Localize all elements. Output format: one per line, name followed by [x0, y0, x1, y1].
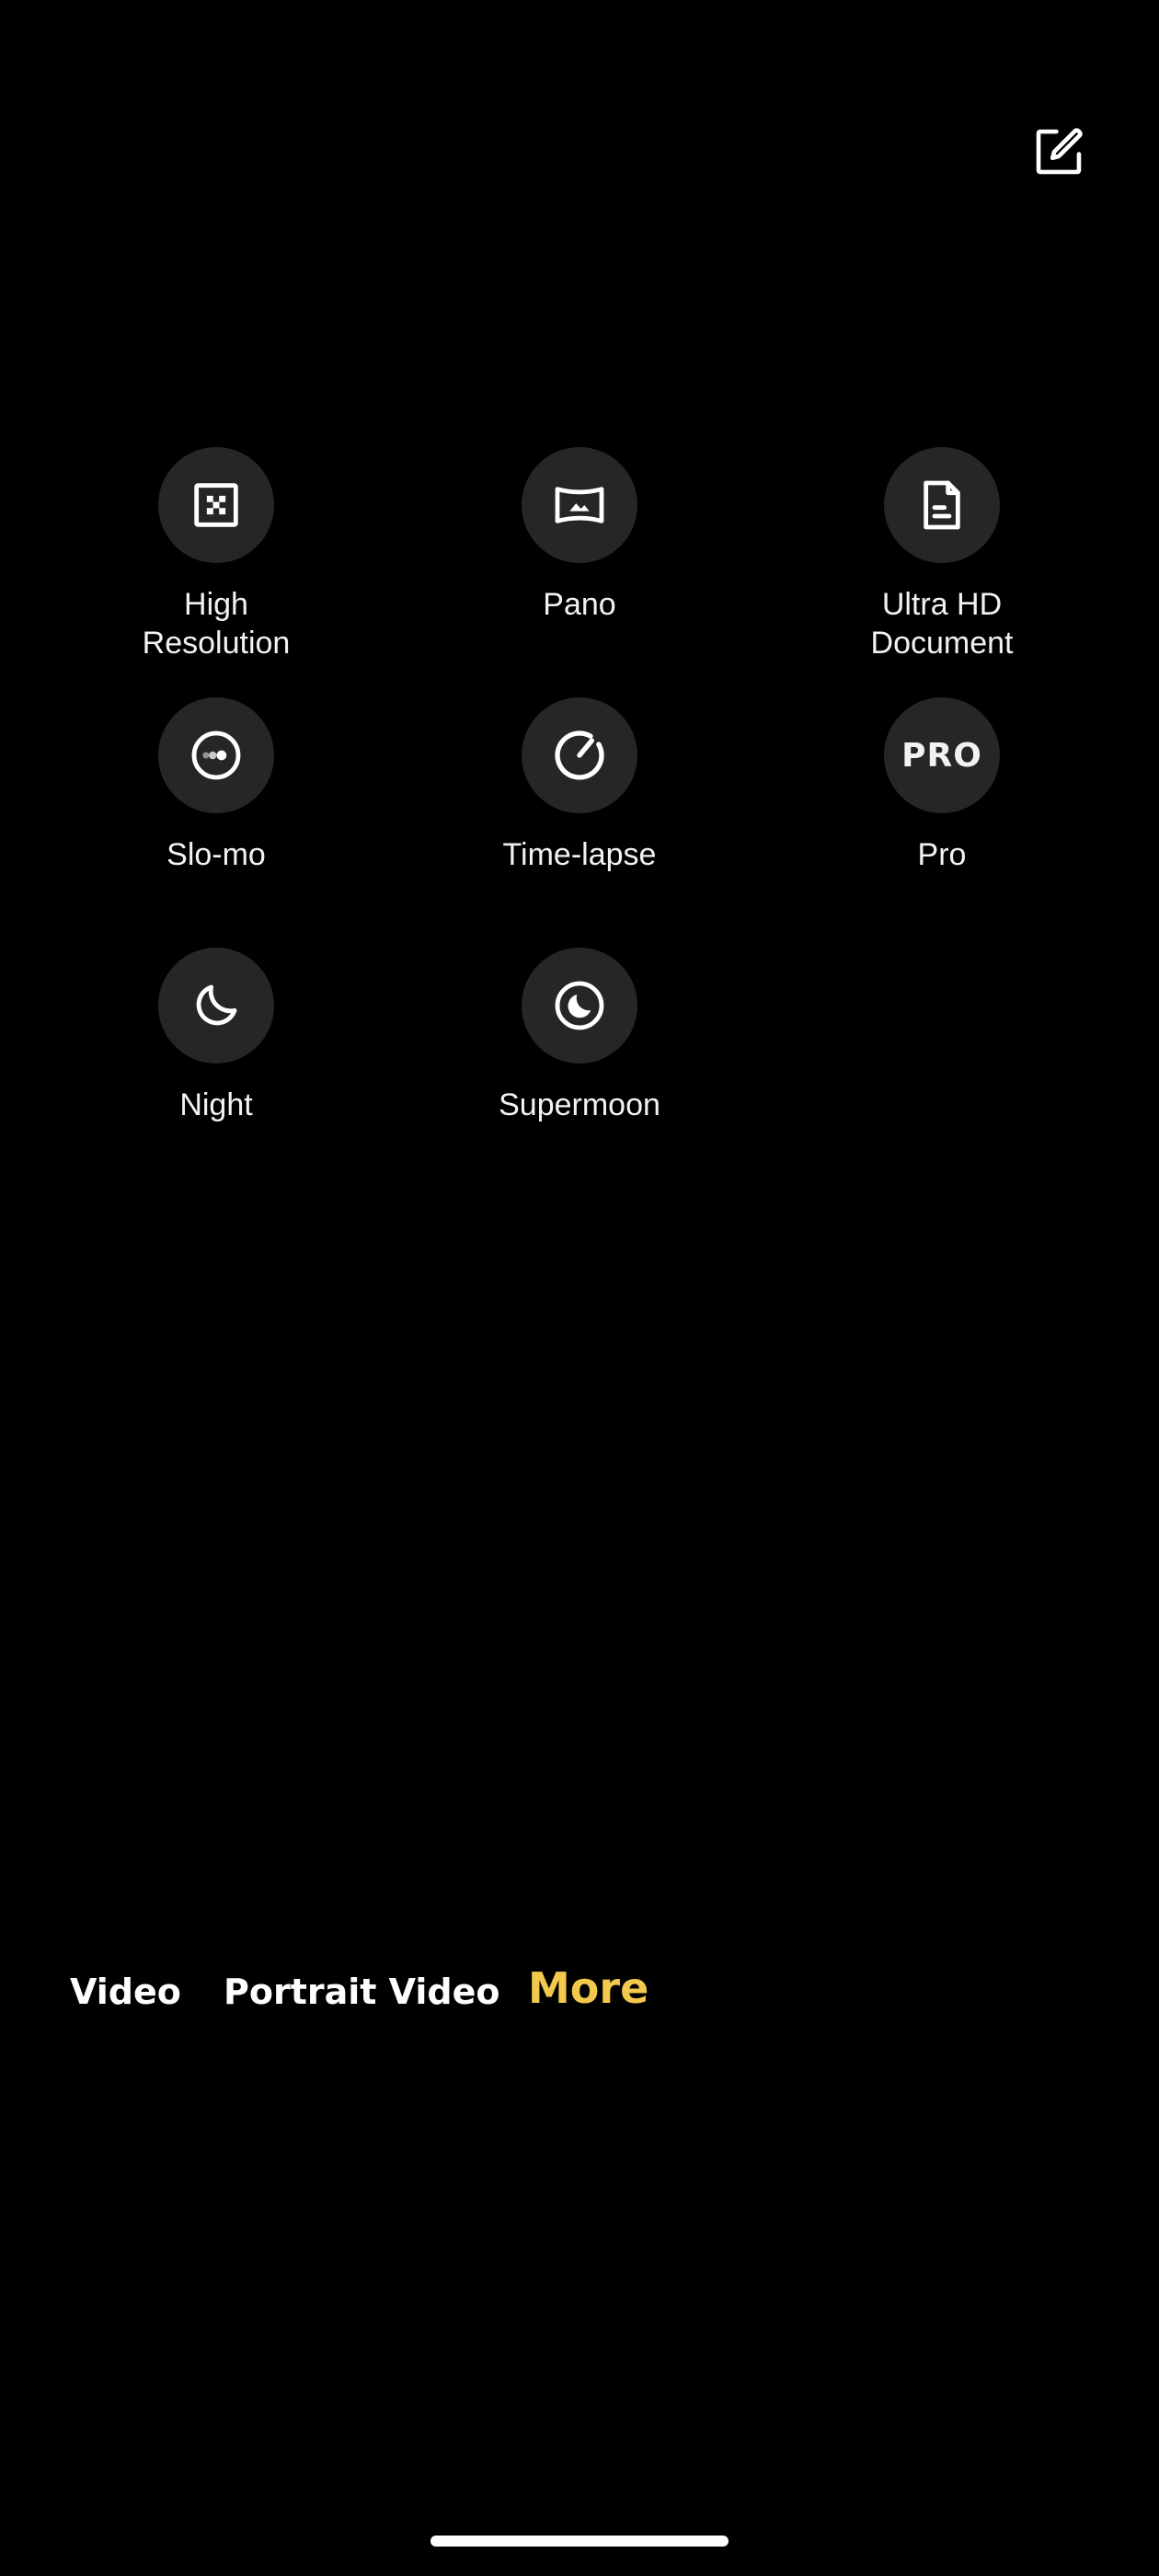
- tab-more[interactable]: More: [528, 1956, 648, 2020]
- mode-icon-button[interactable]: [522, 697, 637, 813]
- mode-high-resolution[interactable]: High Resolution: [78, 447, 354, 662]
- tab-video[interactable]: Video: [70, 1960, 181, 2024]
- document-icon: [924, 480, 960, 530]
- mode-label: Slo-mo: [166, 837, 266, 872]
- mode-pro[interactable]: PRO Pro: [804, 697, 1080, 874]
- edit-square-icon: [1036, 128, 1083, 175]
- mode-pano[interactable]: Pano: [442, 447, 717, 624]
- mode-label: Ultra HD Document: [870, 587, 1014, 661]
- mode-label: Time-lapse: [502, 837, 657, 872]
- mode-label: Pro: [917, 837, 967, 872]
- mode-icon-button[interactable]: [884, 447, 1000, 563]
- camera-more-modes-screen: High Resolution Pano Ultra HD Document S…: [0, 0, 1159, 2576]
- slow-motion-icon: [191, 730, 241, 780]
- mode-icon-button[interactable]: [522, 948, 637, 1064]
- edit-modes-button[interactable]: [1027, 120, 1091, 184]
- tab-portrait-video[interactable]: Portrait Video: [224, 1960, 500, 2024]
- night-moon-icon: [196, 984, 237, 1026]
- pro-icon: PRO: [901, 736, 982, 775]
- camera-mode-tab-bar: Video Portrait Video More: [0, 1960, 1159, 2024]
- mode-label: Night: [179, 1087, 253, 1122]
- mode-ultra-hd-document[interactable]: Ultra HD Document: [804, 447, 1080, 662]
- high-resolution-icon: [194, 483, 238, 527]
- home-indicator[interactable]: [430, 2536, 729, 2547]
- mode-night[interactable]: Night: [78, 948, 354, 1124]
- mode-icon-button[interactable]: [158, 697, 274, 813]
- mode-label: Supermoon: [499, 1087, 660, 1122]
- mode-icon-button[interactable]: [158, 447, 274, 563]
- mode-icon-button[interactable]: PRO: [884, 697, 1000, 813]
- mode-icon-button[interactable]: [522, 447, 637, 563]
- mode-label: High Resolution: [142, 587, 291, 661]
- timelapse-icon: [555, 730, 604, 780]
- mode-supermoon[interactable]: Supermoon: [442, 948, 717, 1124]
- mode-slo-mo[interactable]: Slo-mo: [78, 697, 354, 874]
- mode-label: Pano: [543, 587, 616, 622]
- panorama-icon: [555, 487, 604, 523]
- mode-time-lapse[interactable]: Time-lapse: [442, 697, 717, 874]
- mode-icon-button[interactable]: [158, 948, 274, 1064]
- supermoon-icon: [555, 981, 604, 1030]
